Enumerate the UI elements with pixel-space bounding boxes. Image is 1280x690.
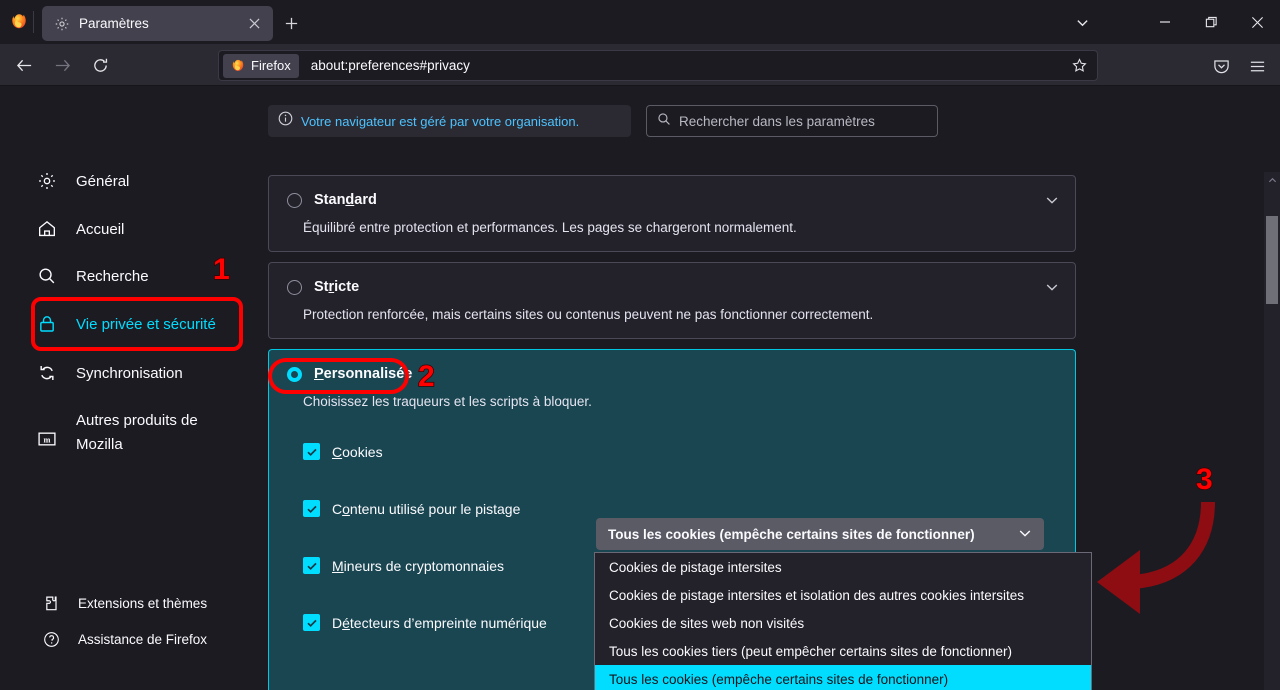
chevron-up-icon[interactable] — [1264, 172, 1280, 188]
help-circle-icon — [42, 630, 60, 648]
reload-icon[interactable] — [88, 53, 112, 77]
plus-icon[interactable] — [279, 11, 303, 35]
sidebar-item-label: Extensions et thèmes — [78, 595, 208, 611]
url-bar[interactable]: Firefox about:preferences#privacy — [218, 50, 1098, 81]
restore-icon[interactable] — [1188, 0, 1234, 44]
sidebar-item-label: Général — [76, 173, 130, 190]
radio-standard[interactable] — [287, 192, 302, 208]
firefox-logo-icon — [232, 59, 244, 71]
dropdown-option[interactable]: Cookies de pistage intersites et isolati… — [595, 581, 1091, 609]
protection-desc-strict: Protection renforcée, mais certains site… — [303, 307, 874, 322]
sidebar-item-label: Vie privée et sécurité — [76, 316, 216, 333]
sidebar-item-extensions-themes[interactable]: Extensions et thèmes — [42, 594, 207, 612]
sidebar-item-firefox-support[interactable]: Assistance de Firefox — [42, 630, 207, 648]
protection-card-standard[interactable]: Standard Équilibré entre protection et p… — [268, 175, 1076, 252]
cookie-blocking-dropdown-button[interactable]: Tous les cookies (empêche certains sites… — [596, 518, 1044, 550]
sidebar-item-label: Accueil — [76, 221, 125, 238]
cookie-dropdown-selected-label: Tous les cookies (empêche certains sites… — [608, 526, 975, 542]
checkbox-checked-icon[interactable] — [303, 443, 320, 460]
close-icon[interactable] — [1234, 0, 1280, 44]
search-icon — [36, 265, 58, 287]
chevron-down-icon[interactable] — [1045, 193, 1059, 207]
sidebar-item-label: Autres produits de Mozilla — [76, 412, 198, 453]
protection-desc-standard: Équilibré entre protection et performanc… — [303, 220, 797, 235]
sync-icon — [36, 362, 58, 384]
browser-window: Paramètres Firefox about:preferences#pri… — [0, 0, 1280, 690]
svg-text:m: m — [44, 436, 51, 445]
browser-tab[interactable]: Paramètres — [42, 6, 273, 41]
arrow-right-icon — [50, 53, 74, 77]
search-icon — [657, 112, 671, 131]
info-icon — [278, 111, 293, 131]
gear-icon — [36, 170, 58, 192]
pocket-icon[interactable] — [1208, 53, 1234, 79]
checkbox-label: Mineurs de cryptomonnaies — [332, 557, 504, 574]
hamburger-menu-icon[interactable] — [1244, 53, 1270, 79]
arrow-left-icon[interactable] — [12, 53, 36, 77]
organization-banner-text: Votre navigateur est géré par votre orga… — [301, 113, 580, 129]
protection-title-strict: Stricte — [314, 279, 360, 295]
sidebar-item-search[interactable]: Recherche — [36, 265, 149, 287]
chevron-down-icon[interactable] — [1068, 10, 1096, 34]
tab-title: Paramètres — [79, 16, 149, 31]
page-scrollbar[interactable] — [1264, 172, 1280, 690]
search-input[interactable]: Rechercher dans les paramètres — [646, 105, 938, 137]
extension-icon — [42, 594, 60, 612]
chevron-down-icon[interactable] — [1045, 280, 1059, 294]
cookie-blocking-dropdown-list[interactable]: Cookies de pistage intersites Cookies de… — [594, 552, 1092, 690]
sidebar-item-general[interactable]: Général — [36, 170, 129, 192]
dropdown-option[interactable]: Cookies de pistage intersites — [595, 553, 1091, 581]
title-bar: Paramètres — [0, 0, 1280, 44]
sidebar-item-label: Synchronisation — [76, 365, 183, 382]
sidebar-item-home[interactable]: Accueil — [36, 218, 124, 240]
chevron-down-icon — [1018, 526, 1032, 543]
gear-icon — [55, 17, 69, 30]
checkbox-row-cookies[interactable]: Cookies — [303, 443, 383, 460]
firefox-logo-icon — [12, 14, 26, 29]
lock-icon — [36, 313, 58, 335]
checkbox-label: Contenu utilisé pour le pistage — [332, 500, 521, 517]
url-text[interactable]: about:preferences#privacy — [311, 58, 1065, 73]
sidebar-item-label: Recherche — [76, 268, 149, 285]
curved-arrow-left-icon — [1097, 501, 1215, 614]
dropdown-option-selected[interactable]: Tous les cookies (empêche certains sites… — [595, 665, 1091, 690]
protection-card-strict[interactable]: Stricte Protection renforcée, mais certa… — [268, 262, 1076, 339]
protection-card-title: Personnalisée — [287, 366, 412, 382]
identity-chip[interactable]: Firefox — [223, 53, 299, 78]
home-icon — [36, 218, 58, 240]
protection-title-standard: Standard — [314, 192, 377, 208]
sidebar-item-privacy-security[interactable]: Vie privée et sécurité — [36, 313, 216, 335]
dropdown-option[interactable]: Cookies de sites web non visités — [595, 609, 1091, 637]
close-icon[interactable] — [243, 13, 265, 35]
checkbox-row-tracking-content[interactable]: Contenu utilisé pour le pistage — [303, 500, 520, 517]
dropdown-option[interactable]: Tous les cookies tiers (peut empêcher ce… — [595, 637, 1091, 665]
protection-desc-custom: Choisissez les traqueurs et les scripts … — [303, 394, 592, 409]
preferences-sidebar: Général Accueil Recherche Vie privée et … — [0, 86, 268, 690]
checkbox-row-cryptominers[interactable]: Mineurs de cryptomonnaies — [303, 557, 504, 574]
scrollbar-thumb[interactable] — [1266, 216, 1278, 304]
protection-card-title: Stricte — [287, 279, 359, 295]
checkbox-row-fingerprinters[interactable]: Détecteurs d’empreinte numérique — [303, 614, 547, 631]
annotation-marker-2: 2 — [417, 359, 435, 394]
radio-strict[interactable] — [287, 279, 302, 295]
sidebar-item-label: Assistance de Firefox — [78, 631, 208, 647]
minimize-icon[interactable] — [1142, 0, 1188, 44]
tabbar-divider — [33, 11, 34, 33]
radio-custom[interactable] — [287, 366, 302, 382]
organization-banner: Votre navigateur est géré par votre orga… — [268, 105, 631, 137]
sidebar-item-mozilla-products[interactable]: m Autres produits de Mozilla — [36, 408, 226, 457]
protection-card-title: Standard — [287, 192, 377, 208]
mozilla-icon: m — [36, 428, 58, 450]
protection-title-custom: Personnalisée — [314, 366, 413, 382]
checkbox-label: Cookies — [332, 443, 383, 460]
star-icon[interactable] — [1065, 53, 1093, 79]
checkbox-checked-icon[interactable] — [303, 557, 320, 574]
sidebar-item-sync[interactable]: Synchronisation — [36, 362, 183, 384]
checkbox-checked-icon[interactable] — [303, 614, 320, 631]
search-placeholder: Rechercher dans les paramètres — [679, 113, 875, 129]
checkbox-checked-icon[interactable] — [303, 500, 320, 517]
annotation-marker-1: 1 — [212, 252, 230, 287]
checkbox-label: Détecteurs d’empreinte numérique — [332, 614, 547, 631]
identity-chip-label: Firefox — [251, 58, 291, 73]
